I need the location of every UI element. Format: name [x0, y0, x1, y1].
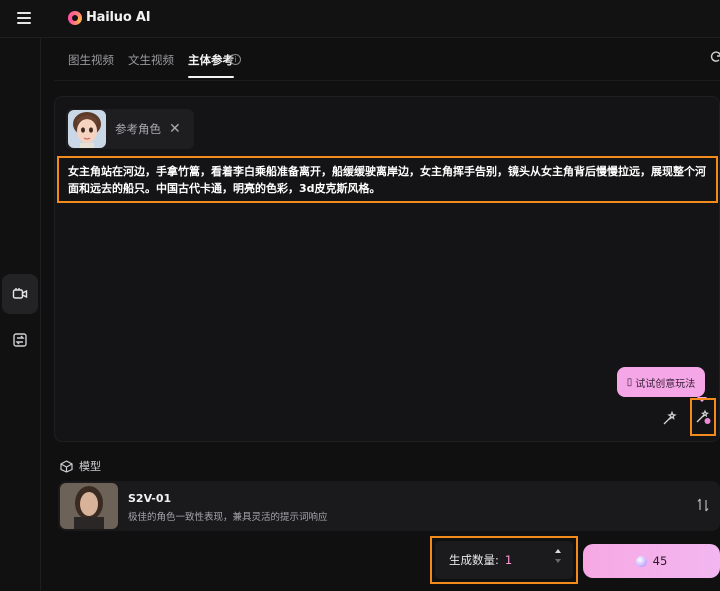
model-name: S2V-01	[128, 492, 172, 505]
tooltip-glyph: ▯	[626, 376, 633, 388]
decrement-icon[interactable]	[555, 559, 561, 563]
model-card[interactable]: S2V-01 极佳的角色一致性表现，兼具灵活的提示词响应	[58, 481, 720, 531]
generation-count-highlight: 生成数量: 1	[430, 536, 578, 584]
count-value[interactable]: 1	[505, 553, 512, 567]
sort-icon[interactable]	[696, 497, 710, 513]
reference-avatar	[68, 110, 106, 148]
menu-icon[interactable]	[17, 12, 31, 24]
tab-divider	[54, 80, 720, 81]
top-bar: Hailuo AI	[0, 0, 720, 38]
model-thumbnail	[60, 483, 118, 529]
prompt-text: 女主角站在河边，手拿竹篙，看着李白乘船准备离开，船缓缓驶离岸边，女主角挥手告别，…	[68, 165, 706, 195]
reference-label: 参考角色	[115, 122, 161, 136]
tab-image-to-video[interactable]: 图生视频	[68, 52, 114, 76]
generate-cost: 45	[652, 554, 668, 568]
model-heading: 模型	[60, 458, 101, 474]
tab-subject-reference[interactable]: 主体参考	[188, 52, 234, 78]
close-icon[interactable]: ✕	[169, 121, 181, 137]
generate-button[interactable]: 45	[583, 544, 720, 578]
tab-bar: 图生视频 文生视频 主体参考	[68, 52, 234, 78]
left-rail	[0, 38, 41, 591]
tab-text-to-video[interactable]: 文生视频	[128, 52, 174, 76]
credit-icon	[635, 555, 647, 567]
cube-icon	[60, 459, 73, 473]
tooltip-text: 试试创意玩法	[635, 378, 696, 390]
magic-wand-icon[interactable]	[661, 411, 677, 427]
stepper-arrows	[555, 549, 561, 563]
prompt-textarea[interactable]: 女主角站在河边，手拿竹篙，看着李白乘船准备离开，船缓缓驶离岸边，女主角挥手告别，…	[57, 156, 718, 203]
creative-icon	[696, 409, 711, 424]
image-swap-icon[interactable]	[2, 320, 38, 360]
refresh-icon[interactable]	[709, 50, 720, 64]
model-description: 极佳的角色一致性表现，兼具灵活的提示词响应	[128, 512, 328, 523]
info-icon[interactable]: i	[230, 54, 241, 65]
creative-button[interactable]	[690, 398, 716, 436]
video-camera-icon[interactable]	[2, 274, 38, 314]
logo-mark-icon	[68, 10, 82, 25]
logo-text: Hailuo AI	[86, 10, 151, 25]
reference-character-chip[interactable]: 参考角色 ✕	[66, 109, 194, 149]
creative-tooltip: ▯ 试试创意玩法	[617, 367, 707, 402]
logo[interactable]: Hailuo AI	[68, 10, 151, 25]
count-label: 生成数量:	[449, 553, 499, 567]
generation-count-stepper[interactable]: 生成数量: 1	[435, 541, 573, 579]
model-heading-label: 模型	[79, 460, 101, 473]
increment-icon[interactable]	[555, 549, 561, 553]
